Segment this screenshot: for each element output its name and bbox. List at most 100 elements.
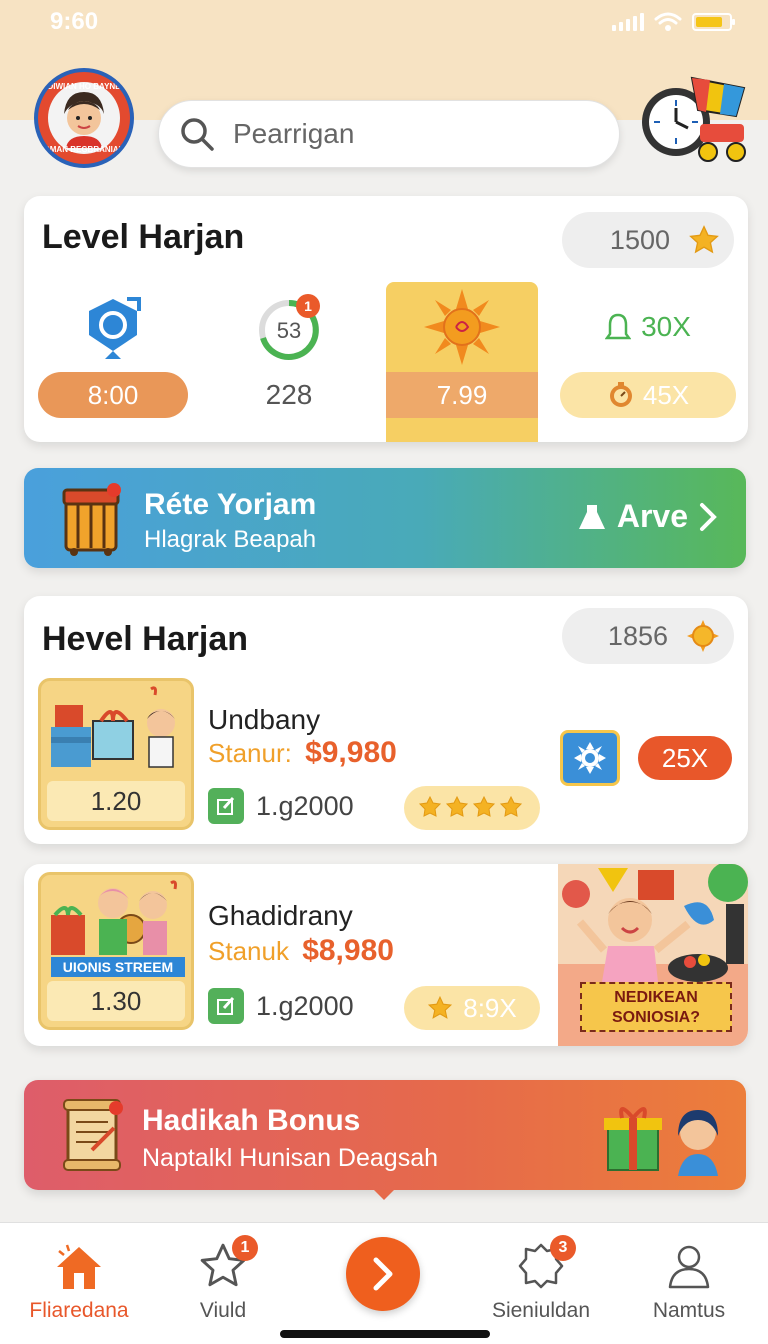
stat-multiplier-top: 30X [641,311,691,342]
bonus-subtitle: Naptalkl Hunisan Deagsah [142,1144,439,1172]
wifi-icon [654,12,682,31]
nav-label-viuld: Viuld [199,1299,247,1322]
level-score-pill[interactable]: 1500 [562,212,734,268]
search-input[interactable] [233,118,619,150]
item2-thumb-label: 1.30 [47,981,185,1021]
edit-icon[interactable] [208,988,244,1024]
nav-item-sieniuldan[interactable]: 3 Sieniuldan [476,1235,606,1323]
item2-promo-banner: NEDIKEAN SONIOSIA? [580,982,732,1032]
avatar-ring-bottom-text: GMAN BEGBRANIAU [43,145,125,154]
item-multiplier-button[interactable]: 25X [638,736,732,780]
promo-title: Réte Yorjam [144,488,317,521]
shop-card: Hevel Harjan 1856 1.20 Undbany Stanur: $… [24,596,748,844]
chest-icon [62,483,121,556]
promo-action-label: Arve [616,498,688,534]
chevron-right-icon [700,502,717,531]
gift-girl-illustration [604,1107,718,1176]
stat-progress[interactable]: 53 1 228 [214,282,364,442]
edit-icon[interactable] [208,788,244,824]
nav-item-namtus[interactable]: Namtus [624,1241,754,1323]
home-indicator [280,1330,490,1338]
nav-item-home[interactable]: Fliaredana [14,1241,144,1323]
nav-badge-viuld: 1 [232,1235,258,1261]
shop-card-title: Hevel Harjan [42,620,248,658]
stat-time[interactable]: 8:00 [38,282,188,442]
boy-face-icon [64,92,104,148]
signal-icon [612,13,644,31]
item2-rating-pill: 8:9X [404,986,540,1030]
item-name: Undbany [208,704,321,735]
profile-avatar[interactable]: DIWIAN HO BAYNE GMAN BEGBRANIAU [34,68,134,168]
level-score: 1500 [609,224,670,255]
status-time: 9:60 [50,8,99,35]
clock-cart-illustration[interactable] [640,70,750,170]
item-meta: 1.g2000 [208,788,354,824]
progress-ring-value: 53 [277,318,301,343]
nav-label-home: Fliaredana [29,1299,129,1322]
item2-promo-image[interactable]: NEDIKEAN SONIOSIA? [558,864,748,1046]
promo-subtitle: Hlagrak Beapah [144,526,317,553]
item2-thumbnail[interactable]: UIONIS STREEM 1.30 [38,872,194,1030]
stat-progress-value: 228 [265,379,313,410]
item2-price-label: Stanuk [208,936,289,966]
scroll-icon [63,1099,123,1171]
chevron-right-icon [373,1257,393,1291]
stat-sun[interactable]: 7.99 [386,282,538,442]
status-bar: 9:60 [0,0,768,44]
bell-icon [605,313,632,340]
level-card: Level Harjan 1500 8:00 53 1 228 7.99 30X… [24,196,748,442]
star-icon [428,995,453,1019]
stat-multiplier-value: 45X [642,379,690,410]
item-thumb-label: 1.20 [47,781,185,821]
sun-coin-icon [687,620,719,652]
item-price-label: Stanur: [208,738,292,768]
shop-score-pill[interactable]: 1856 [562,608,734,664]
nav-item-viuld[interactable]: 1 Viuld [158,1235,288,1323]
stat-multiplier-pill: 45X [560,372,736,418]
progress-ring-icon: 53 1 [259,294,320,360]
center-action-button[interactable] [346,1237,420,1311]
search-icon [181,118,214,151]
hexagon-gear-icon [89,297,141,359]
stat-multiplier[interactable]: 30X 45X [560,282,736,442]
bonus-banner[interactable]: Hadikah Bonus Naptalkl Hunisan Deagsah [24,1080,746,1200]
bonus-title: Hadikah Bonus [142,1104,361,1137]
avatar-ring-top-text: DIWIAN HO BAYNE [47,82,121,91]
item2-thumb-banner: UIONIS STREEM [49,955,187,979]
item2-card: UIONIS STREEM 1.30 Ghadidrany Stanuk $8,… [24,864,748,1046]
user-icon [668,1245,710,1289]
nav-label-namtus: Namtus [652,1299,726,1322]
item-thumbnail[interactable]: 1.20 [38,678,194,830]
item2-name: Ghadidrany [208,900,353,931]
bottom-nav: Fliaredana 1 Viuld 3 Sieniuldan Namtus [0,1222,768,1344]
timer-icon [609,382,632,407]
level-card-title: Level Harjan [42,218,245,256]
star-icon [689,225,719,254]
battery-icon [692,13,735,31]
search-bar[interactable] [158,100,620,168]
item2-rating: 8:9X [463,992,517,1023]
avatar-face [48,82,120,154]
item-price: $9,980 [305,736,397,769]
settings-button[interactable] [560,730,620,786]
promo-banner[interactable]: Réte Yorjam Hlagrak Beapah Arve [24,468,746,568]
home-icon [57,1244,101,1289]
sun-icon [424,289,500,365]
promo-action-button[interactable]: Arve [577,498,718,535]
status-icons [612,12,735,32]
item2-price: $8,980 [302,934,394,967]
nav-label-sieniuldan: Sieniuldan [491,1299,591,1322]
item-meta-value: 1.g2000 [256,790,354,821]
flask-icon [578,504,605,529]
shop-score: 1856 [607,620,668,651]
item-price-line: Stanur: $9,980 [208,736,397,770]
stat-sun-value: 7.99 [386,372,538,418]
item-rating-stars [404,786,540,830]
progress-badge: 1 [304,298,312,314]
item2-meta: 1.g2000 [208,988,354,1024]
stars-icon [418,795,523,817]
gift-kid-illustration [51,686,175,768]
nav-badge-sieniuldan: 3 [550,1235,576,1261]
gear-icon [574,742,606,774]
stat-time-value: 8:00 [38,372,188,418]
